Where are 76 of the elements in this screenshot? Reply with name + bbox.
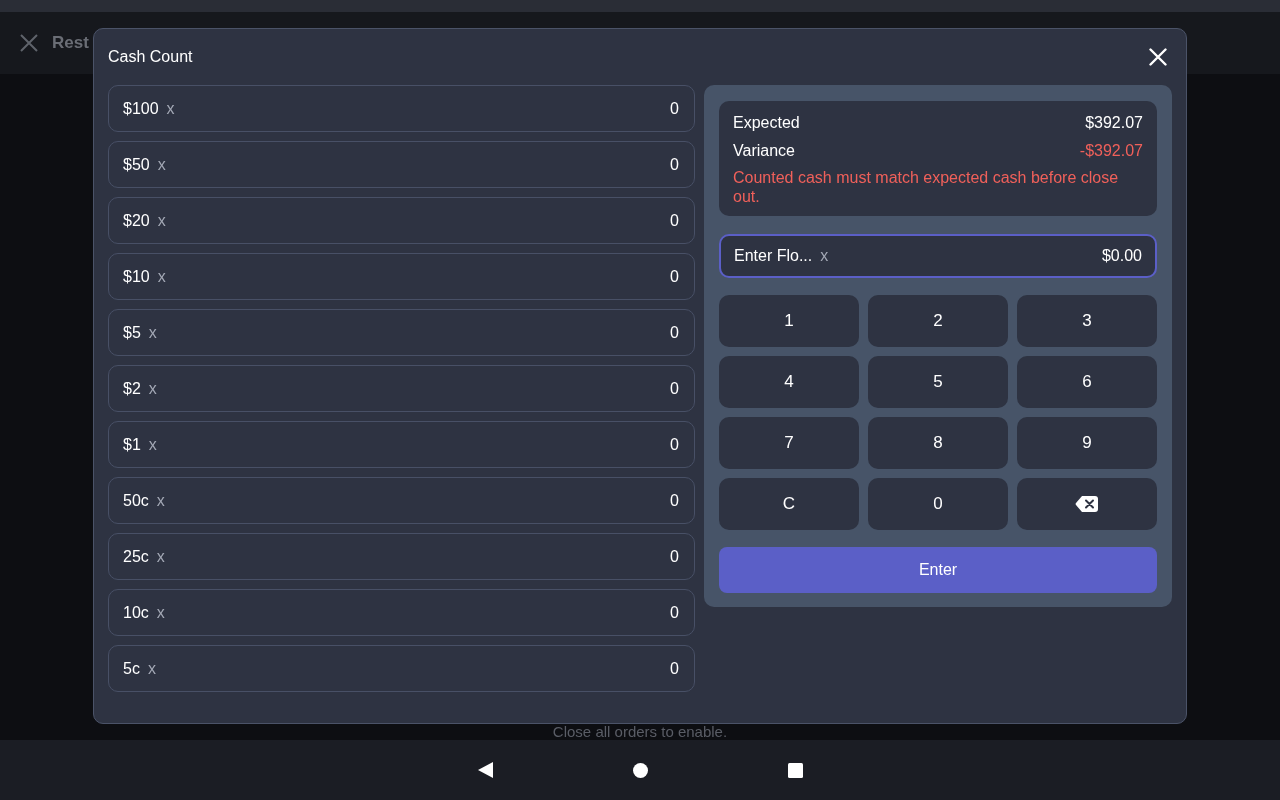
denomination-field[interactable]: $100 x 0 — [108, 85, 695, 132]
keypad-key[interactable]: 1 — [719, 295, 859, 347]
keypad-key[interactable]: 7 — [719, 417, 859, 469]
denomination-label: $20 — [123, 211, 150, 230]
count-value: 0 — [670, 435, 679, 454]
float-input-field[interactable]: Enter Flo... x $0.00 — [719, 234, 1157, 278]
denomination-label: $1 — [123, 435, 141, 454]
backspace-key[interactable] — [1017, 478, 1157, 530]
denomination-label: $2 — [123, 379, 141, 398]
denomination-label: 10c — [123, 603, 149, 622]
warning-message: Counted cash must match expected cash before close out. — [733, 168, 1120, 206]
enter-button[interactable]: Enter — [719, 547, 1157, 593]
count-value: 0 — [670, 603, 679, 622]
close-icon[interactable] — [20, 34, 38, 52]
denomination-field[interactable]: 5c x 0 — [108, 645, 695, 692]
field-value: $0.00 — [1101, 247, 1142, 265]
times-sign: x — [157, 267, 166, 286]
denomination-label: 25c — [123, 547, 149, 566]
dialog-title: Cash Count — [108, 48, 193, 66]
denomination-field[interactable]: 25c x 0 — [108, 533, 695, 580]
recents-icon[interactable] — [787, 762, 803, 778]
times-sign: x — [166, 99, 175, 118]
times-sign: x — [157, 211, 166, 230]
count-value: 0 — [670, 547, 679, 566]
page-title: Rest — [52, 33, 89, 53]
close-icon — [1149, 48, 1167, 66]
summary-label: Expected — [733, 114, 800, 132]
keypad-key[interactable]: 8 — [868, 417, 1008, 469]
denomination-label: $100 — [123, 99, 159, 118]
denomination-label: $5 — [123, 323, 141, 342]
summary-label: Variance — [733, 142, 795, 160]
denomination-label: 50c — [123, 491, 149, 510]
times-sign: x — [820, 247, 829, 265]
keypad-key[interactable]: C — [719, 478, 859, 530]
times-sign: x — [156, 491, 165, 510]
times-sign: x — [148, 379, 157, 398]
field-label: Enter Flo... — [734, 247, 813, 265]
times-sign: x — [156, 603, 165, 622]
count-value: 0 — [670, 323, 679, 342]
back-icon[interactable] — [477, 762, 493, 778]
count-value: 0 — [670, 491, 679, 510]
denomination-label: 5c — [123, 659, 140, 678]
times-sign: x — [156, 547, 165, 566]
disabled-hint: Close all orders to enable. — [552, 724, 728, 740]
keypad-key[interactable]: 9 — [1017, 417, 1157, 469]
denomination-field[interactable]: $5 x 0 — [108, 309, 695, 356]
times-sign: x — [148, 435, 157, 454]
denomination-label: $50 — [123, 155, 150, 174]
denomination-field[interactable]: 10c x 0 — [108, 589, 695, 636]
keypad-key[interactable]: 4 — [719, 356, 859, 408]
keypad-key[interactable]: 2 — [868, 295, 1008, 347]
count-value: 0 — [670, 267, 679, 286]
count-value: 0 — [670, 155, 679, 174]
count-value: 0 — [670, 211, 679, 230]
denomination-field[interactable]: $10 x 0 — [108, 253, 695, 300]
keypad-key[interactable]: 3 — [1017, 295, 1157, 347]
denomination-field[interactable]: 50c x 0 — [108, 477, 695, 524]
count-value: 0 — [670, 659, 679, 678]
summary-value: -$392.07 — [1079, 142, 1143, 160]
keypad-key[interactable]: 6 — [1017, 356, 1157, 408]
denomination-field[interactable]: $1 x 0 — [108, 421, 695, 468]
times-sign: x — [148, 323, 157, 342]
close-button[interactable] — [1148, 47, 1168, 67]
home-icon[interactable] — [632, 762, 648, 778]
denomination-field[interactable]: $2 x 0 — [108, 365, 695, 412]
times-sign: x — [157, 155, 166, 174]
count-value: 0 — [670, 379, 679, 398]
backspace-icon — [1075, 495, 1099, 513]
summary-value: $392.07 — [1085, 114, 1143, 132]
denomination-label: $10 — [123, 267, 150, 286]
keypad-key[interactable]: 5 — [868, 356, 1008, 408]
denomination-field[interactable]: $50 x 0 — [108, 141, 695, 188]
keypad-key[interactable]: 0 — [868, 478, 1008, 530]
denomination-field[interactable]: $20 x 0 — [108, 197, 695, 244]
count-value: 0 — [670, 99, 679, 118]
times-sign: x — [147, 659, 156, 678]
